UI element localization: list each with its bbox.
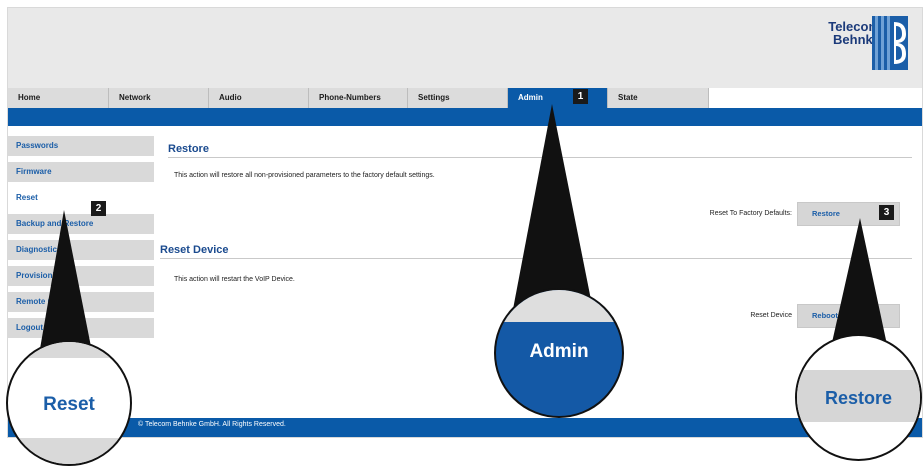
callout-item-below <box>8 438 130 464</box>
marker-2: 2 <box>91 201 106 216</box>
marker-1: 1 <box>573 89 588 104</box>
callout-reset-label: Reset <box>43 394 95 415</box>
callout-restore-label: Restore <box>824 388 893 408</box>
marker-3: 3 <box>879 205 894 220</box>
annotation-pointers <box>36 104 896 387</box>
reset-zoom-callout: Reset <box>6 340 132 466</box>
admin-zoom-callout: Admin <box>494 288 624 418</box>
callout-admin-label: Admin <box>529 341 589 362</box>
callout-item-above <box>8 342 130 358</box>
restore-zoom-callout: Restore <box>795 334 922 461</box>
callout-tab-bg <box>496 290 622 322</box>
